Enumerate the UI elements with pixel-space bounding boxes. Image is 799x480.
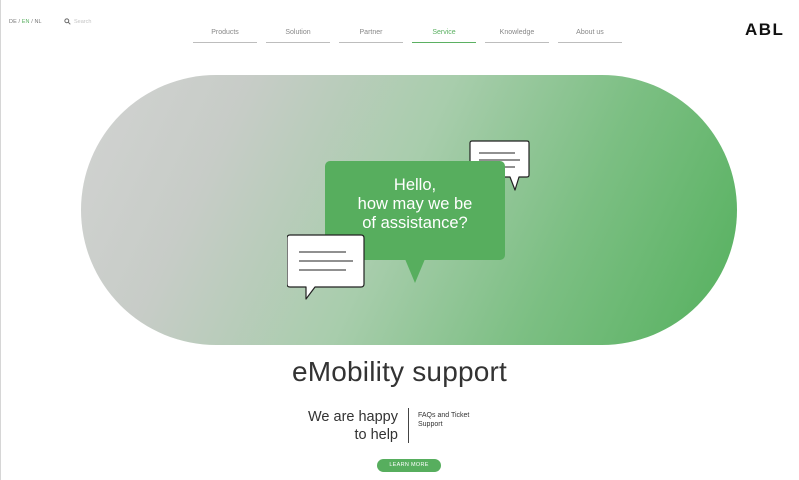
search-box	[64, 18, 114, 25]
nav-item-about-us[interactable]: About us	[558, 29, 622, 43]
brand-logo[interactable]: ABL	[745, 20, 784, 40]
vertical-divider	[408, 408, 409, 443]
tagline: We are happy to help	[280, 408, 398, 444]
nav-item-knowledge[interactable]: Knowledge	[485, 29, 549, 43]
main-nav: Products Solution Partner Service Knowle…	[193, 29, 631, 43]
greeting-line-3: of assistance?	[362, 214, 468, 232]
lang-nl[interactable]: NL	[34, 19, 41, 25]
nav-item-products[interactable]: Products	[193, 29, 257, 43]
chat-bubble-icon	[287, 234, 365, 300]
page-border	[0, 0, 1, 480]
search-icon[interactable]	[64, 18, 71, 25]
page: DE / EN / NL Products Solution Partner S…	[0, 0, 799, 480]
nav-item-partner[interactable]: Partner	[339, 29, 403, 43]
greeting-line-1: Hello,	[393, 176, 437, 194]
greeting-line-2: how may we be	[357, 195, 473, 213]
language-switcher: DE / EN / NL	[9, 19, 42, 25]
nav-item-service[interactable]: Service	[412, 29, 476, 43]
faq-ticket-label: FAQs and Ticket Support	[418, 411, 498, 429]
page-title: eMobility support	[291, 356, 508, 387]
faq-line-2: Support	[418, 421, 443, 428]
search-input[interactable]	[74, 18, 114, 25]
tagline-line-2: to help	[354, 427, 398, 443]
greeting-bubble-tail	[405, 259, 425, 283]
nav-item-solution[interactable]: Solution	[266, 29, 330, 43]
faq-line-1: FAQs and Ticket	[418, 412, 470, 419]
lang-de[interactable]: DE	[9, 19, 17, 25]
lang-en[interactable]: EN	[22, 19, 30, 25]
tagline-line-1: We are happy	[307, 409, 398, 425]
learn-more-button[interactable]: LEARN MORE	[377, 459, 441, 472]
